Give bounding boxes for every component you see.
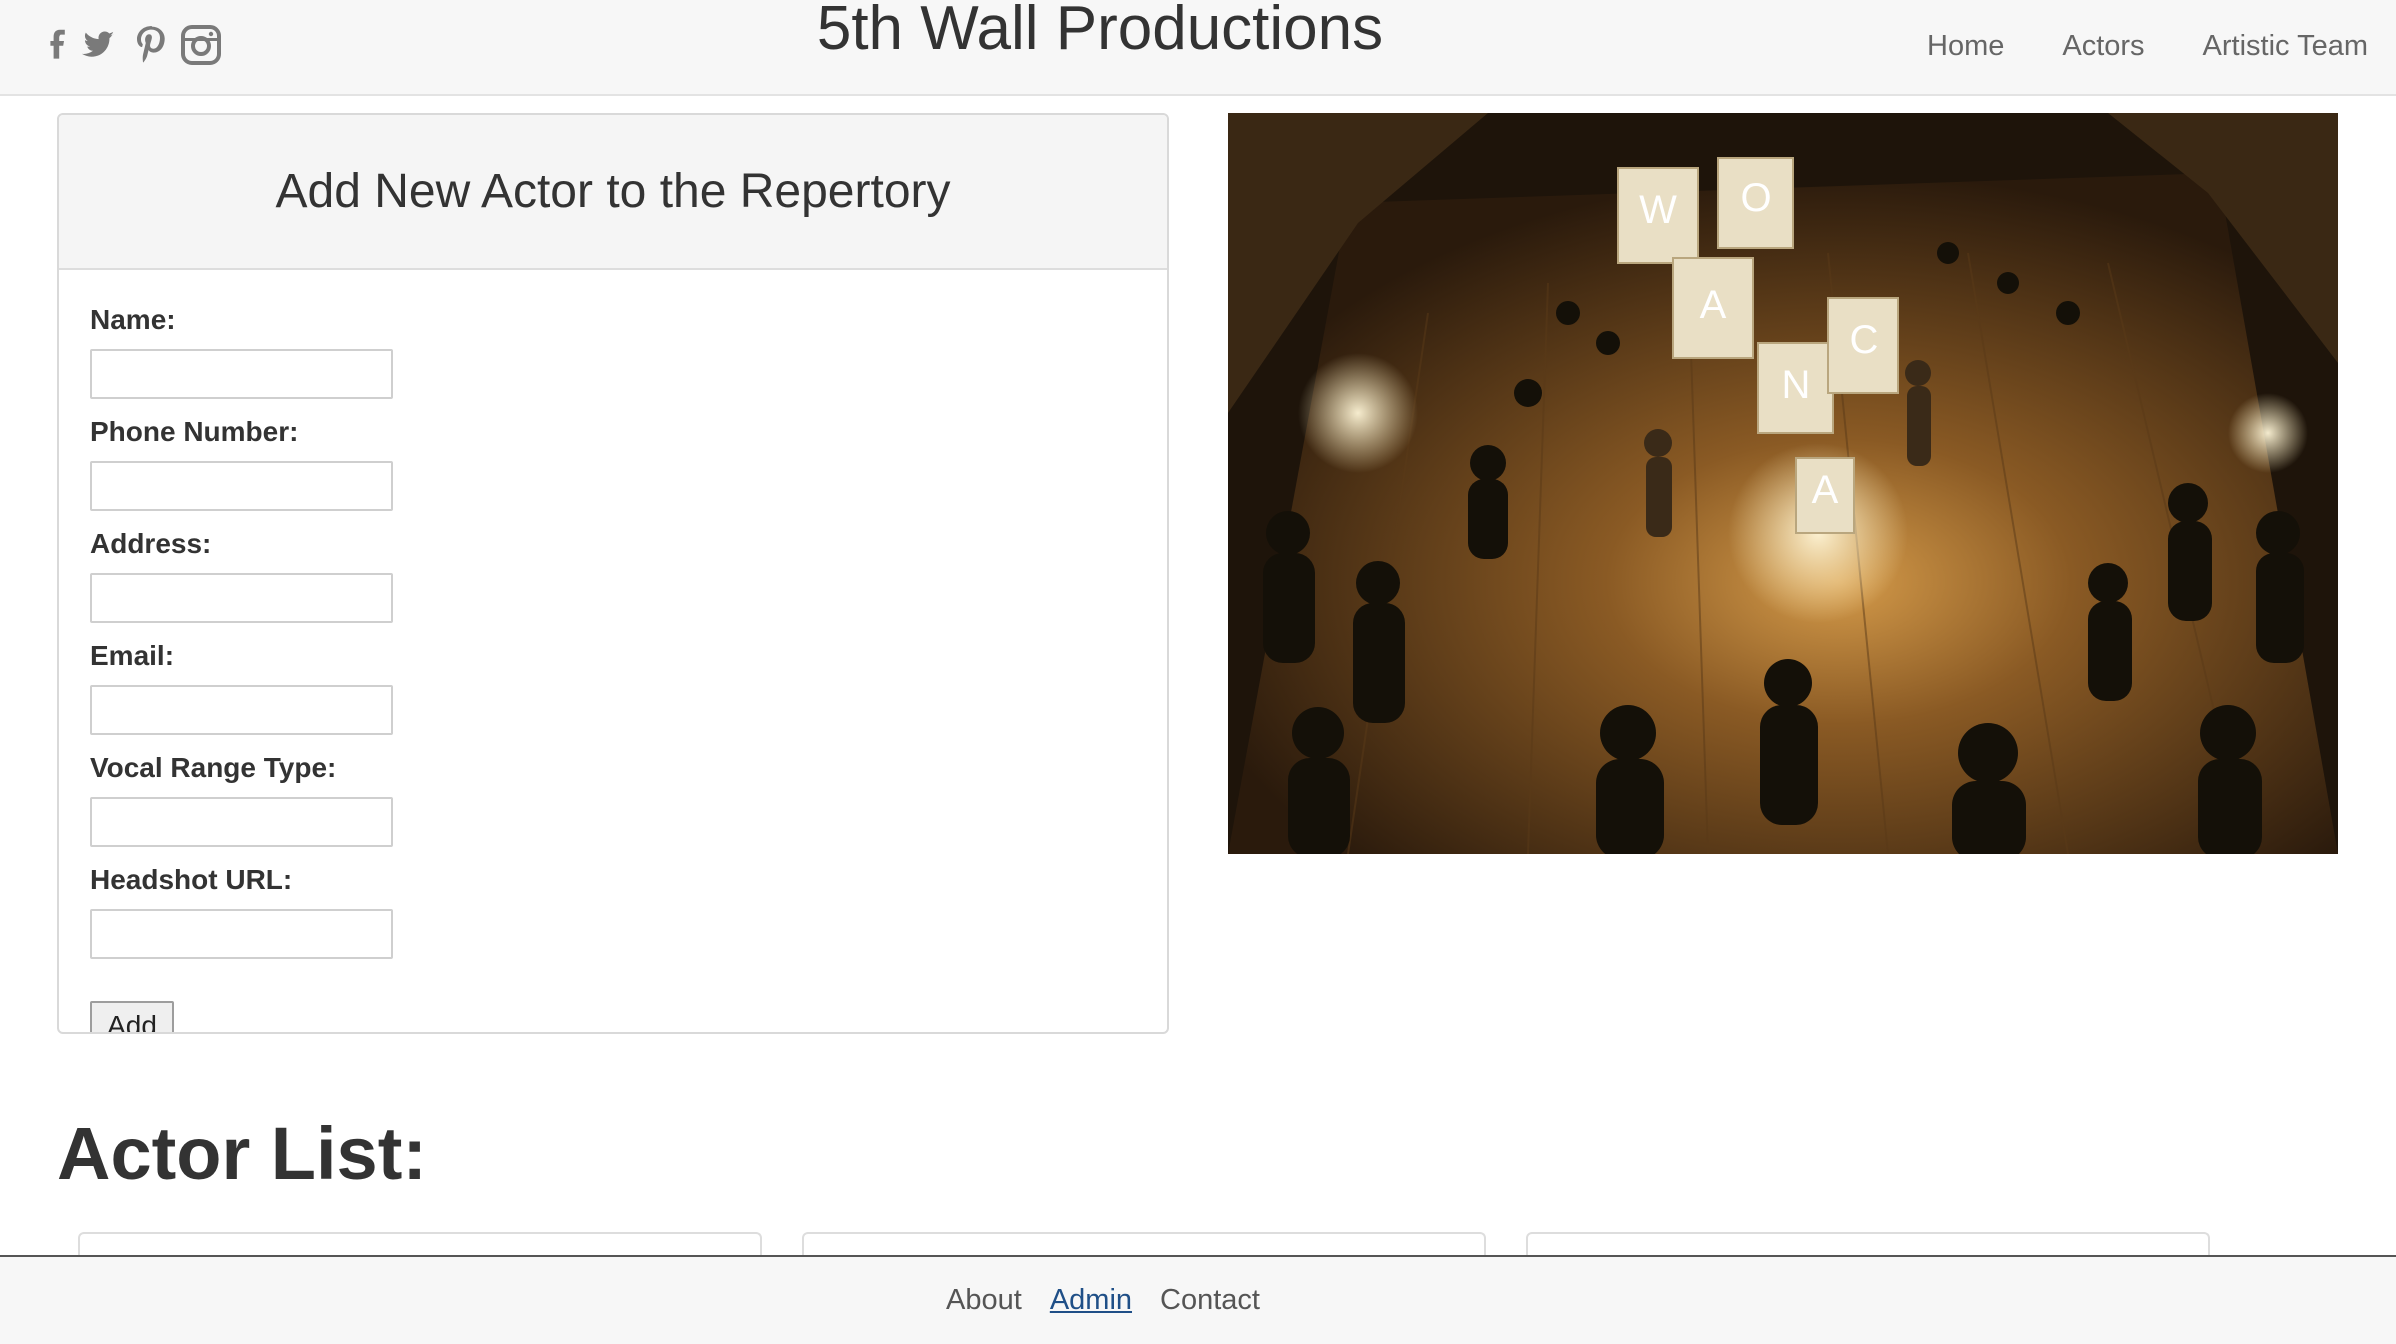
footer-about-link[interactable]: About [946,1284,1022,1317]
headshot-url-input[interactable] [90,909,393,959]
nav-home[interactable]: Home [1927,22,2004,70]
site-title: 5th Wall Productions [816,0,1384,63]
cube-letter: W [1639,188,1677,232]
vocal-range-label: Vocal Range Type: [90,752,337,783]
panel-heading: Add New Actor to the Repertory [59,115,1167,270]
name-input[interactable] [90,349,393,399]
email-label: Email: [90,640,175,671]
cube-letter: A [1700,283,1727,327]
theatre-scene-illustration: W O A NC A [1228,113,2338,854]
add-actor-form: Name: Phone Number: Address: Email: Voca… [90,301,393,1032]
cube-letter: C [1850,318,1879,362]
actor-list-heading: Actor List: [57,1112,427,1195]
cube-letter: N [1782,363,1811,407]
name-field-group: Name: [90,301,393,399]
address-field-group: Address: [90,525,393,623]
site-footer: About Admin Contact [0,1255,2396,1344]
add-actor-panel: Add New Actor to the Repertory Name: Pho… [57,113,1169,1034]
name-label: Name: [90,304,176,335]
cube-letter: O [1740,176,1771,220]
cube-letter: A [1812,468,1839,512]
site-header: 5th Wall Productions Home Actors Artisti… [0,0,2396,96]
nav-artistic-team[interactable]: Artistic Team [2203,22,2368,70]
address-label: Address: [90,528,212,559]
main-nav: Home Actors Artistic Team [1927,22,2368,70]
address-input[interactable] [90,573,393,623]
phone-field-group: Phone Number: [90,413,393,511]
email-input[interactable] [90,685,393,735]
footer-contact-link[interactable]: Contact [1160,1284,1260,1317]
email-field-group: Email: [90,637,393,735]
headshot-url-label: Headshot URL: [90,864,293,895]
vocal-range-field-group: Vocal Range Type: [90,749,393,847]
phone-input[interactable] [90,461,393,511]
form-title: Add New Actor to the Repertory [275,165,951,218]
add-button[interactable]: Add [90,1001,174,1032]
theatre-photo: W O A NC A [1228,113,2338,854]
headshot-url-field-group: Headshot URL: [90,861,393,959]
nav-actors[interactable]: Actors [2062,22,2144,70]
vocal-range-input[interactable] [90,797,393,847]
footer-admin-link[interactable]: Admin [1050,1284,1132,1317]
phone-label: Phone Number: [90,416,299,447]
